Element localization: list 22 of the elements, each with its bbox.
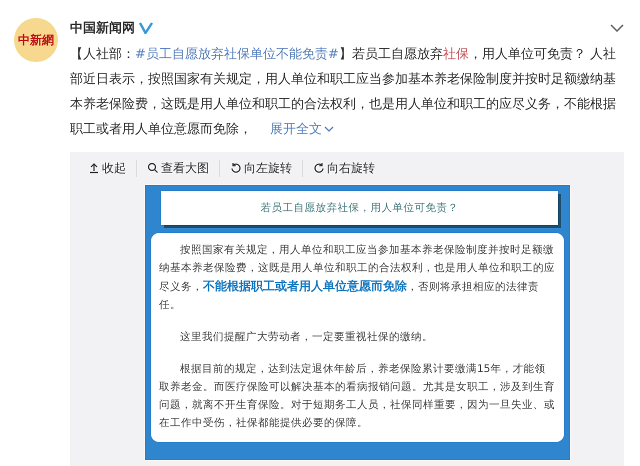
upload-arrow-icon xyxy=(88,162,100,174)
rotate-left-icon xyxy=(230,162,242,174)
image-paragraph: 根据目前的规定，达到法定退休年龄后，养老保险累计要缴满15年，才能领取养老金。而医疗保险可以解决基本的看病报销问题。尤其是女职工，涉及到生育问题，就离不开生育保险。对于短期务工人员，社保同样重要，因为一旦失业、或在工作中受伤，社保都能提供必要的保障。 xyxy=(159,362,556,431)
image-title: 若员工自愿放弃社保，用人单位可免责？ xyxy=(161,190,558,225)
image-paragraph: 按照国家有关规定，用人单位和职工应当参加基本养老保险制度并按时足额缴纳基本养老保险费，这既是用人单位和职工的合法权利，也是用人单位和职工的应尽义务，不能根据职工或者用人单位意愿而免除，否则将承担相应的法律责任。 xyxy=(159,242,556,313)
chevron-down-icon[interactable] xyxy=(610,24,624,32)
post-image[interactable] xyxy=(145,184,570,460)
rotate-right-icon xyxy=(313,162,325,174)
search-icon xyxy=(147,162,159,174)
toolbar-button[interactable]: 向右旋转 xyxy=(302,160,385,177)
author-name[interactable]: 中国新闻网 xyxy=(70,18,135,37)
expand-link[interactable]: 展开全文 xyxy=(270,122,334,137)
hashtag-link[interactable]: #员工自愿放弃社保单位不能免责# xyxy=(135,46,339,62)
avatar-logo[interactable]: 中新網 xyxy=(14,18,58,62)
post-text: 【人社部：#员工自愿放弃社保单位不能免责#】若员工自愿放弃社保，用人单位可免责？ 人社部近日表示，按照国家有关规定，用人单位和职工应当参加基本养老保险制度并按时足额缴纳基本养老保险费，这既是用人单位和职工的合法权利，也是用人单位和职工的应尽义务，不能根据职工或者用人单位意愿而免除， 展开全文 xyxy=(70,46,617,139)
chevron-down-icon xyxy=(324,126,334,133)
toolbar-button[interactable]: 收起 xyxy=(88,160,136,177)
toolbar-button[interactable]: 向左旋转 xyxy=(219,160,302,177)
keyword-link[interactable]: 社保 xyxy=(442,46,469,62)
toolbar-button[interactable]: 查看大图 xyxy=(136,160,219,177)
logo-text: 中新網 xyxy=(18,32,54,48)
image-paragraph: 这里我们提醒广大劳动者，一定要重视社保的缴纳。 xyxy=(179,330,434,345)
